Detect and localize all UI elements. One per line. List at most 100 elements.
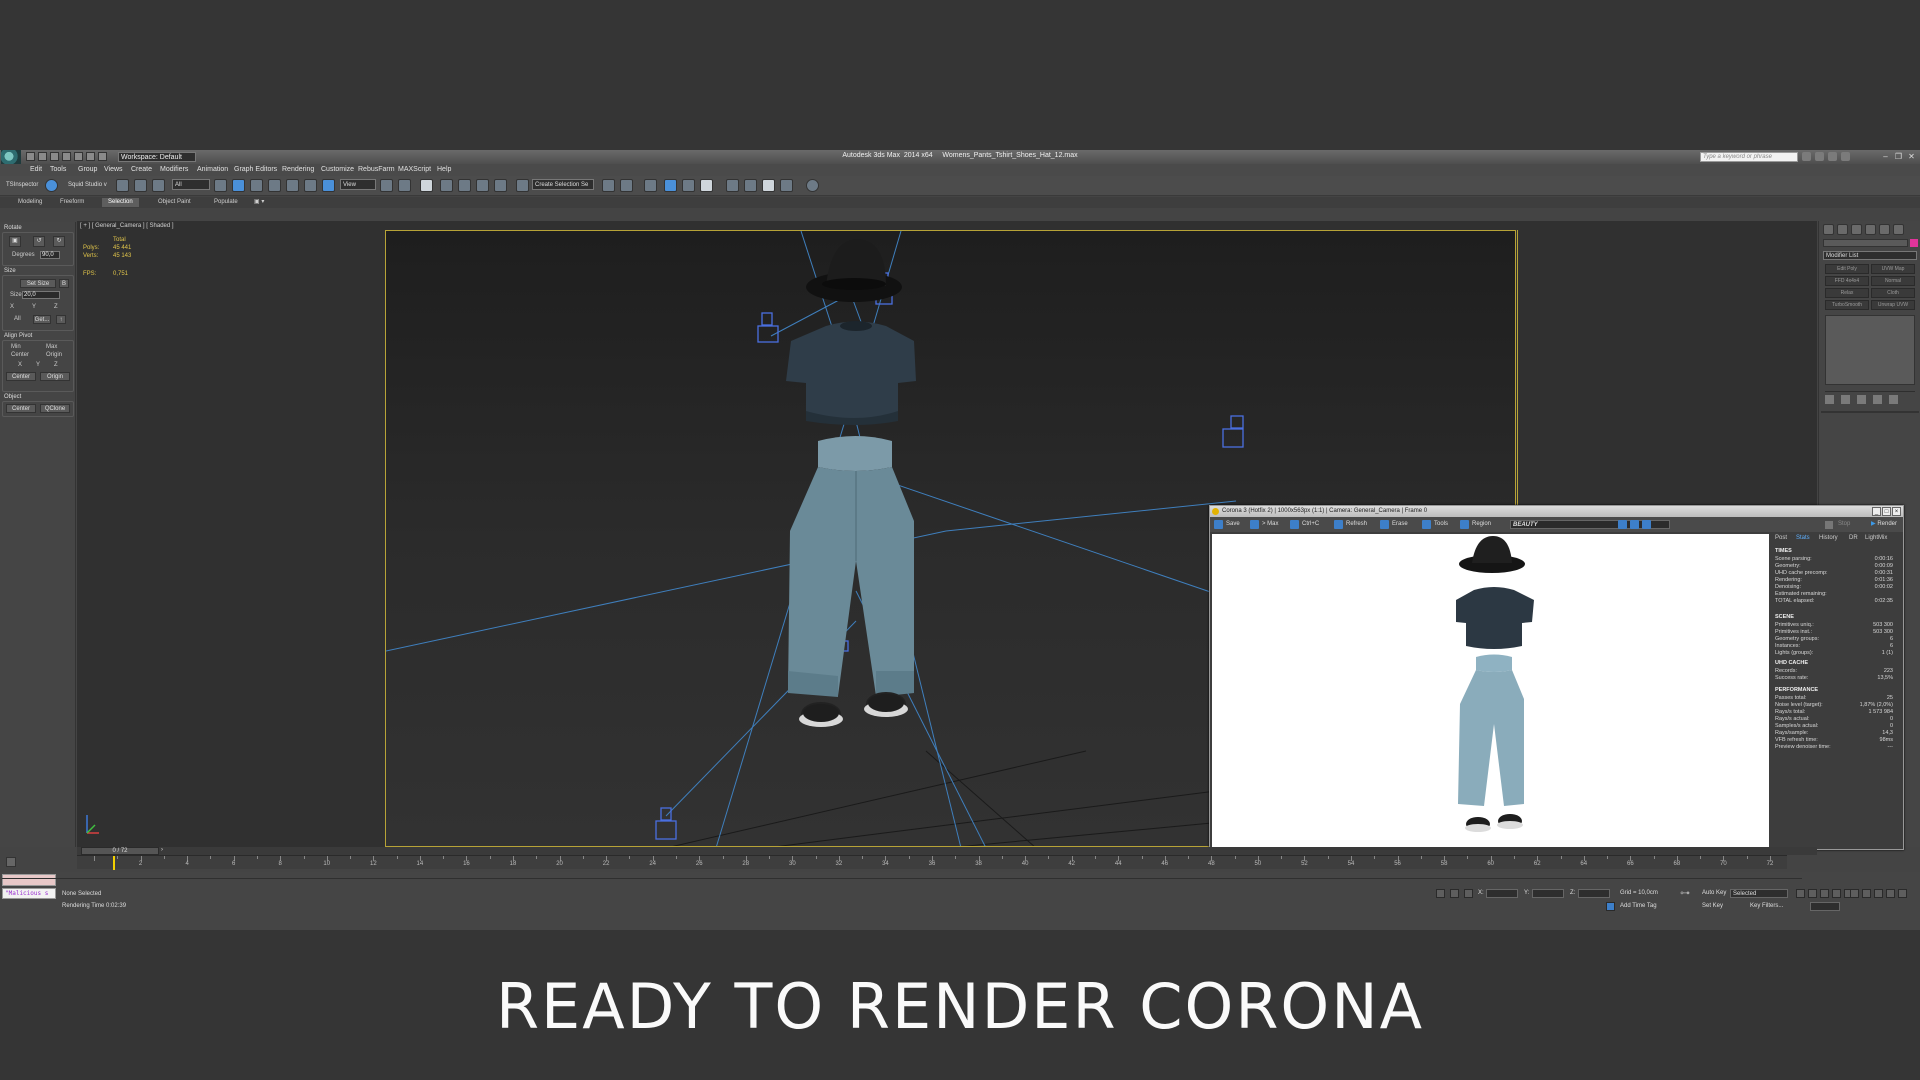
minimize-icon[interactable]: – xyxy=(1881,152,1890,161)
motion-tab-icon[interactable] xyxy=(1865,224,1876,235)
orbit-icon[interactable] xyxy=(1886,889,1895,898)
maxscript-mini-listener[interactable]: "Malicious s xyxy=(2,888,56,899)
tab-freeform[interactable]: Freeform xyxy=(54,198,90,207)
window-crossing-icon[interactable] xyxy=(268,179,281,192)
center-radio[interactable]: Center xyxy=(11,352,29,358)
communication-center-icon[interactable] xyxy=(1815,152,1824,161)
previous-frame-icon[interactable] xyxy=(1808,889,1817,898)
named-selection-dropdown[interactable]: Create Selection Se xyxy=(532,179,594,190)
mirror-icon[interactable] xyxy=(602,179,615,192)
tab-stats[interactable]: Stats xyxy=(1796,535,1810,541)
max-radio[interactable]: Max xyxy=(46,344,57,350)
binoculars-icon[interactable] xyxy=(1802,152,1811,161)
vfb-region-button[interactable]: Region xyxy=(1472,521,1491,527)
menu-rebusfarm[interactable]: RebusFarm xyxy=(358,166,395,173)
x-option[interactable]: X xyxy=(10,304,14,310)
z-coord-field[interactable] xyxy=(1578,889,1610,898)
vfb-copy-button[interactable]: Ctrl+C xyxy=(1302,521,1319,527)
add-time-tag-button[interactable]: Add Time Tag xyxy=(1620,903,1657,909)
tab-selection[interactable]: Selection xyxy=(102,198,139,207)
relax-button[interactable]: Relax xyxy=(1825,288,1869,298)
material-editor-icon[interactable] xyxy=(726,179,739,192)
y-coord-field[interactable] xyxy=(1532,889,1564,898)
time-slider[interactable]: 0 / 72 › xyxy=(77,847,1817,855)
min-radio[interactable]: Min xyxy=(11,344,21,350)
tab-populate[interactable]: Populate xyxy=(208,198,244,207)
up-arrow-icon[interactable]: ↑ xyxy=(56,315,66,324)
selection-lock-icon[interactable] xyxy=(1450,889,1459,898)
render-teapot-icon[interactable] xyxy=(780,179,793,192)
x-coord-field[interactable] xyxy=(1486,889,1518,898)
to-max-icon[interactable] xyxy=(1250,520,1259,529)
stop-icon[interactable] xyxy=(1825,521,1833,529)
rotate-reset-icon[interactable]: ▣ xyxy=(9,236,21,247)
render-setup-icon[interactable] xyxy=(744,179,757,192)
menu-maxscript[interactable]: MAXScript xyxy=(398,166,431,173)
cloth-button[interactable]: Cloth xyxy=(1871,288,1915,298)
uvw-map-button[interactable]: UVW Map xyxy=(1871,264,1915,274)
vfb-minimize-icon[interactable]: _ xyxy=(1872,507,1881,516)
vfb-stop-button[interactable]: Stop xyxy=(1838,521,1850,527)
configure-sets-icon[interactable] xyxy=(1889,395,1898,404)
pivot-x-option[interactable]: X xyxy=(18,362,22,368)
mini-curve-editor-icon[interactable] xyxy=(6,857,16,867)
menu-group[interactable]: Group xyxy=(78,166,97,173)
pivot-center-icon[interactable] xyxy=(380,179,393,192)
show-end-result-icon[interactable] xyxy=(1841,395,1850,404)
curve-editor-icon[interactable] xyxy=(682,179,695,192)
modify-tab-icon[interactable] xyxy=(1837,224,1848,235)
move-icon[interactable] xyxy=(286,179,299,192)
region-icon[interactable] xyxy=(1460,520,1469,529)
pivot-origin-button[interactable]: Origin xyxy=(40,372,70,381)
vfb-refresh-button[interactable]: Refresh xyxy=(1346,521,1367,527)
object-name-field[interactable] xyxy=(1823,239,1908,247)
select-link-icon[interactable] xyxy=(116,179,129,192)
menu-rendering[interactable]: Rendering xyxy=(282,166,314,173)
menu-views[interactable]: Views xyxy=(104,166,123,173)
scale-icon[interactable] xyxy=(322,179,335,192)
pin-stack-icon[interactable] xyxy=(1825,395,1834,404)
current-frame-field[interactable] xyxy=(1810,902,1840,911)
select-by-name-icon[interactable] xyxy=(232,179,245,192)
layer-manager-icon[interactable] xyxy=(644,179,657,192)
display-tab-icon[interactable] xyxy=(1879,224,1890,235)
vfb-erase-button[interactable]: Erase xyxy=(1392,521,1408,527)
rotate-icon[interactable] xyxy=(304,179,317,192)
track-bar[interactable]: 2 4 6 8 10 12 14 16 18 20 22 24 26 28 30 32 34 36 38 40 42 44… xyxy=(77,855,1787,870)
menu-animation[interactable]: Animation xyxy=(197,166,228,173)
selection-filter-dropdown[interactable]: All xyxy=(172,179,210,190)
pan-icon[interactable] xyxy=(1898,889,1907,898)
search-input[interactable]: Type a keyword or phrase xyxy=(1700,152,1798,162)
isolate-selection-icon[interactable] xyxy=(1436,889,1445,898)
object-center-button[interactable]: Center xyxy=(6,404,36,413)
restore-icon[interactable]: ❐ xyxy=(1894,152,1903,161)
snaps-toggle-icon[interactable] xyxy=(440,179,453,192)
save-icon[interactable] xyxy=(1214,520,1223,529)
set-size-button[interactable]: Set Size xyxy=(20,279,56,288)
vfb-render-button[interactable]: ▶ Render xyxy=(1871,520,1897,527)
edit-poly-button[interactable]: Edit Poly xyxy=(1825,264,1869,274)
z-option[interactable]: Z xyxy=(54,304,58,310)
get-size-button[interactable]: Get... xyxy=(33,315,51,324)
angle-snap-icon[interactable] xyxy=(458,179,471,192)
tab-post[interactable]: Post xyxy=(1775,535,1787,541)
origin-radio[interactable]: Origin xyxy=(46,352,62,358)
degrees-input[interactable]: 90,0 xyxy=(40,251,60,259)
tab-history[interactable]: History xyxy=(1819,535,1838,541)
bind-space-warp-icon[interactable] xyxy=(152,179,165,192)
all-option[interactable]: All xyxy=(14,316,21,322)
zoom-fit-icon[interactable] xyxy=(1642,520,1651,529)
tab-modeling[interactable]: Modeling xyxy=(12,198,48,207)
auto-key-button[interactable]: Auto Key xyxy=(1702,890,1726,896)
select-manipulate-icon[interactable] xyxy=(398,179,411,192)
remove-modifier-icon[interactable] xyxy=(1873,395,1882,404)
select-object-icon[interactable] xyxy=(214,179,227,192)
schematic-view-icon[interactable] xyxy=(700,179,713,192)
normal-button[interactable]: Normal xyxy=(1871,276,1915,286)
time-cursor[interactable] xyxy=(113,856,115,870)
size-options-button[interactable]: B xyxy=(59,279,69,288)
erase-icon[interactable] xyxy=(1380,520,1389,529)
next-frame-key-icon[interactable] xyxy=(1832,889,1841,898)
rendered-frame-window-icon[interactable] xyxy=(762,179,775,192)
keyboard-shortcut-override-icon[interactable] xyxy=(420,179,433,192)
